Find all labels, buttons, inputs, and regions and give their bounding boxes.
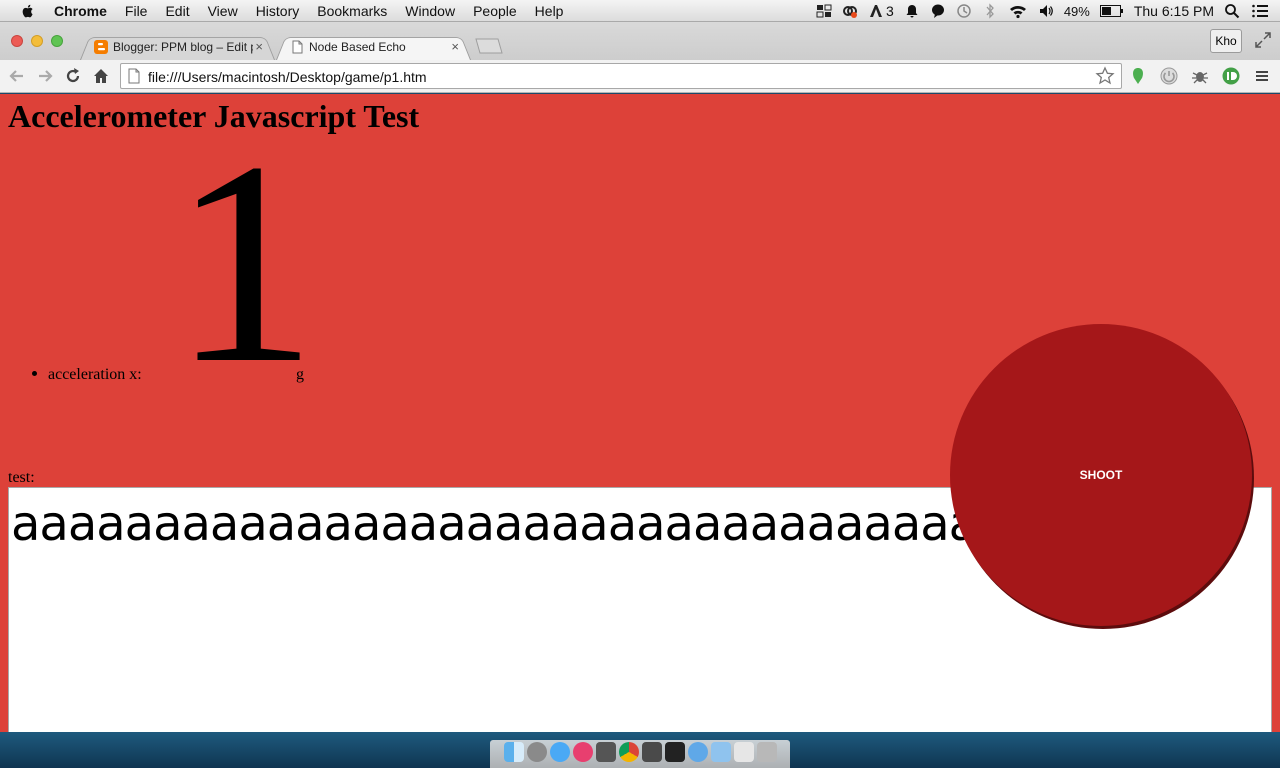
notification-icon[interactable] (904, 3, 920, 19)
menu-bar: Chrome File Edit View History Bookmarks … (0, 0, 1280, 22)
itunes-icon[interactable] (572, 742, 593, 762)
chat-bubble-icon[interactable] (930, 3, 946, 19)
test-label: test: (8, 469, 35, 486)
menu-app-chrome[interactable]: Chrome (54, 3, 107, 19)
notification-center-icon[interactable] (1250, 3, 1270, 19)
terminal-icon[interactable] (664, 742, 685, 762)
fullscreen-icon[interactable] (1254, 31, 1272, 49)
spotlight-search-icon[interactable] (1224, 3, 1240, 19)
tab-blogger-title: Blogger: PPM blog – Edit p (113, 40, 253, 54)
tab-blogger[interactable]: Blogger: PPM blog – Edit p × (80, 34, 275, 60)
messages-icon[interactable] (549, 742, 570, 762)
photo-booth-icon[interactable] (595, 742, 616, 762)
chrome-dock-icon[interactable] (618, 742, 639, 762)
list-bullet (32, 371, 37, 376)
menu-view[interactable]: View (208, 3, 238, 19)
adobe-notifications[interactable]: 3 (868, 3, 894, 19)
chrome-menu-icon[interactable] (1253, 67, 1271, 85)
tab-blogger-close-icon[interactable]: × (255, 39, 263, 54)
adobe-count: 3 (886, 3, 894, 19)
menu-edit[interactable]: Edit (165, 3, 189, 19)
menu-people[interactable]: People (473, 3, 517, 19)
menu-bookmarks[interactable]: Bookmarks (317, 3, 387, 19)
menu-history[interactable]: History (256, 3, 300, 19)
power-extension-icon[interactable] (1160, 67, 1178, 85)
pushbullet-extension-icon[interactable] (1222, 67, 1240, 85)
address-bar[interactable]: file:///Users/macintosh/Desktop/game/p1.… (120, 63, 1122, 89)
profile-button[interactable]: Kho (1210, 29, 1242, 53)
mail-icon[interactable] (733, 742, 754, 762)
tab-node-based-echo-title: Node Based Echo (309, 40, 406, 54)
tab-node-based-echo-close-icon[interactable]: × (451, 39, 459, 54)
apple-icon[interactable] (20, 3, 36, 19)
page-icon (128, 68, 140, 84)
tab-strip: Blogger: PPM blog – Edit p × Node Based … (0, 22, 1280, 60)
acceleration-x-label: acceleration x: (48, 366, 142, 383)
bluetooth-icon[interactable] (982, 3, 998, 19)
applications-folder-icon[interactable] (710, 742, 731, 762)
sublime-text-icon[interactable] (641, 742, 662, 762)
finder-icon[interactable] (503, 742, 524, 762)
window-zoom-button[interactable] (51, 35, 63, 47)
acceleration-x-value: 1 (172, 102, 317, 423)
shoot-button[interactable]: SHOOT (950, 324, 1252, 626)
dock (490, 740, 790, 768)
menu-window[interactable]: Window (405, 3, 455, 19)
blogger-icon (94, 40, 108, 54)
page-content: Accelerometer Javascript Test accelerati… (0, 94, 1280, 732)
new-tab-button[interactable] (472, 38, 504, 54)
battery-icon[interactable] (1099, 5, 1124, 17)
creative-cloud-icon[interactable] (842, 3, 858, 19)
url-text[interactable]: file:///Users/macintosh/Desktop/game/p1.… (148, 69, 427, 85)
menu-file[interactable]: File (125, 3, 148, 19)
forward-icon[interactable] (35, 66, 55, 86)
dropbox-icon[interactable] (816, 3, 832, 19)
window-minimize-button[interactable] (31, 35, 43, 47)
clock[interactable]: Thu 6:15 PM (1134, 3, 1214, 19)
reload-icon[interactable] (63, 66, 83, 86)
launchpad-icon[interactable] (526, 742, 547, 762)
back-icon[interactable] (7, 66, 27, 86)
evernote-extension-icon[interactable] (1129, 67, 1147, 85)
wifi-icon[interactable] (1008, 3, 1028, 19)
star-icon[interactable] (1095, 66, 1115, 86)
time-machine-icon[interactable] (956, 3, 972, 19)
acceleration-unit: g (296, 366, 304, 383)
window-close-button[interactable] (11, 35, 23, 47)
battery-percent: 49% (1063, 3, 1090, 19)
adobe-icon (870, 5, 883, 17)
status-area: 3 49% Thu 6:15 PM (816, 0, 1270, 22)
home-icon[interactable] (91, 66, 111, 86)
safari-icon[interactable] (687, 742, 708, 762)
bug-extension-icon[interactable] (1191, 67, 1209, 85)
volume-icon[interactable] (1038, 3, 1054, 19)
browser-toolbar: file:///Users/macintosh/Desktop/game/p1.… (0, 60, 1280, 93)
page-icon (292, 40, 303, 54)
tab-node-based-echo[interactable]: Node Based Echo × (276, 34, 471, 60)
menu-help[interactable]: Help (535, 3, 564, 19)
trash-icon[interactable] (756, 742, 777, 762)
